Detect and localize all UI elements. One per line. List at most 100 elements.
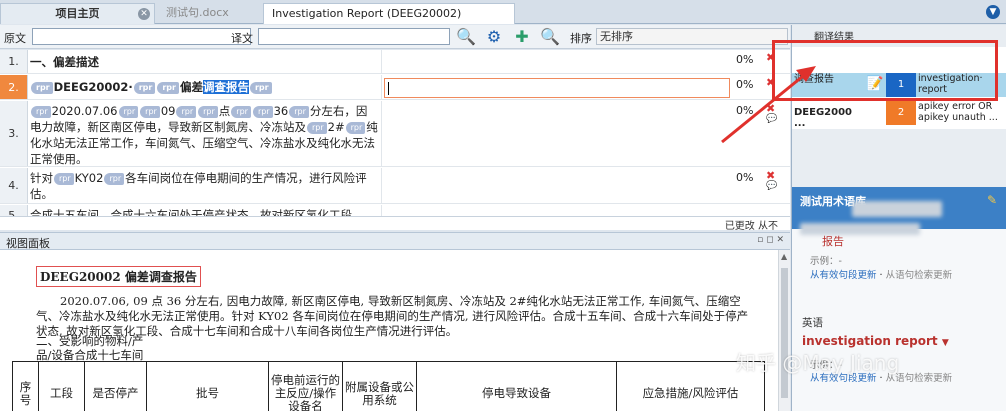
source-text: 36 [273,104,289,118]
tab-investigation-report[interactable]: Investigation Report (DEEG20002) (1).doc… [263,3,515,40]
segment-target[interactable] [381,168,732,203]
inline-tag[interactable]: rpr [31,82,53,94]
dropdown-icon[interactable]: ▼ [942,338,949,348]
source-text: 09 [160,104,176,118]
table-header-cell: 停电导致设备 [416,361,617,411]
tm-result-row[interactable]: DEEG2000 ... 2 apikey error OR apikey un… [792,101,1006,129]
gear-icon[interactable]: ⚙ [484,27,504,47]
segment-number: 3. [0,101,28,166]
segment-source: 合成十五车间、合成十六车间处于停产状态，故对新区氢化工段、 [30,207,378,216]
segment-source: rpr 2020.07.06 rpr rpr 09 rpr rpr 点 rpr rpr 36 rpr 分… [30,103,378,167]
source-text: KY02 [74,171,104,185]
text-caret [388,82,389,95]
inline-tag[interactable]: rpr [289,106,309,118]
segment-row[interactable]: 1. 一、偏差描述 0% ✖ [0,50,790,74]
segment-number: 2. [0,75,28,99]
inline-tag[interactable]: rpr [118,106,139,118]
segment-row[interactable]: 4. 针对 rpr KY02 rpr 各车间岗位在停电期间的生产情况，进行风险评估。 0… [0,168,790,204]
term-links: 从有效句段更新 · 从语句检索更新 [810,270,953,281]
close-icon[interactable]: ✕ [138,8,150,20]
source-text: 点 [218,104,231,118]
source-filter-input[interactable] [32,28,251,45]
search-icon[interactable]: 🔍 [456,27,476,47]
filter-bar: 原文 译文 🔍 ⚙ ✚ 🔍 排序 无排序 [0,25,790,49]
update-from-segment-link[interactable]: 从有效句段更新 [810,270,877,281]
tab-test-doc[interactable]: 测试句.docx (eng) [158,3,263,39]
inline-tag[interactable]: rpr [104,173,125,185]
segment-source: 针对 rpr KY02 rpr 各车间岗位在停电期间的生产情况，进行风险评估。 [30,170,378,202]
zoom-icon[interactable]: 🔍 [540,27,560,47]
inline-tag[interactable]: rpr [140,106,160,118]
segment-grid: 1. 一、偏差描述 0% ✖ 2. rpr DEEG20002· rpr rpr 偏差调… [0,50,790,217]
segment-target[interactable] [381,75,732,99]
sort-label: 排序 [570,32,592,45]
annotation-box [772,40,998,101]
segment-percent: 0% [736,53,754,66]
segment-row-active[interactable]: 2. rpr DEEG20002· rpr rpr 偏差调查报告 rpr 0% ✖ [0,75,790,100]
inline-tag[interactable]: rpr [198,106,218,118]
term-example: 示例：- [810,256,842,267]
inline-tag[interactable]: rpr [31,106,51,118]
target-filter-input[interactable] [258,28,450,45]
help-icon[interactable]: ▼ [986,5,1000,19]
table-header-cell: 工段 [38,361,85,411]
segment-row[interactable]: 5. 合成十五车间、合成十六车间处于停产状态，故对新区氢化工段、 [0,205,790,216]
table-header-cell: 序号 [12,361,39,411]
termbase-panel: 测试用术语库 ✎ 报告 示例：- 从有效句段更新 · 从语句检索更新 英语 in… [792,187,1006,411]
segment-number: 5. [0,205,28,216]
sort-select[interactable]: 无排序 [596,28,788,45]
inline-tag[interactable]: rpr [252,106,273,118]
segment-target[interactable] [381,205,732,216]
inline-tag[interactable]: rpr [54,173,74,185]
source-filter-label: 原文 [4,32,26,45]
inline-tag[interactable]: rpr [157,82,179,94]
add-filter-icon[interactable]: ✚ [512,27,532,47]
term-entry[interactable]: investigation report ▼ [802,334,949,348]
preview-title: 视图面板 [6,237,50,250]
inline-tag[interactable]: rpr [307,122,327,134]
table-header-cell: 批号 [146,361,269,411]
watermark: 知乎 @May Jiang [736,351,900,375]
document-table: 序号 工段 是否停产 批号 停电前运行的主反应/操作设备名 附属设备或公用系统 … [12,361,765,411]
comment-icon[interactable]: 💬 [766,114,777,124]
tab-bar: 项目主页 ✕ 测试句.docx (eng) Investigation Repo… [0,0,1006,40]
inline-tag[interactable]: rpr [176,106,197,118]
redacted-block [852,201,942,217]
preview-scrollbar[interactable]: ▲ [778,250,790,411]
term-entry[interactable]: 报告 [822,233,844,249]
update-from-search-link[interactable]: 从语句检索更新 [886,270,953,281]
scroll-thumb[interactable] [781,268,788,398]
segment-row[interactable]: 3. rpr 2020.07.06 rpr rpr 09 rpr rpr 点 rpr rpr 36 r… [0,101,790,167]
tab-label: 项目主页 [55,7,100,20]
document-paragraph: 二、受影响的物料/产 [36,334,144,348]
status-text: 已更改 从不 [724,221,778,232]
segment-percent: 0% [736,104,754,117]
preview-header: 视图面板 ▫ ◻ ✕ [0,232,790,250]
language-label: 英语 [802,317,823,329]
panel-controls-icon[interactable]: ▫ ◻ ✕ [757,235,784,245]
tm-target: apikey error OR apikey unauth ... [918,101,998,123]
inline-tag[interactable]: rpr [345,122,366,134]
scroll-up-icon[interactable]: ▲ [781,252,787,261]
tab-project-home[interactable]: 项目主页 ✕ [0,3,155,24]
source-text: 偏差 [179,80,203,94]
inline-tag[interactable]: rpr [231,106,251,118]
comment-icon[interactable]: 💬 [766,181,777,191]
document-paragraph: 2020.07.06, 09 点 36 分左右, 因电力故障, 新区南区停电, … [36,294,749,338]
redacted-block [800,223,920,235]
highlighted-term: 调查报告 [202,80,249,94]
segment-number: 4. [0,168,28,203]
tm-result-number: 2 [886,101,916,125]
inline-tag[interactable]: rpr [133,82,156,94]
segment-target[interactable] [381,101,732,166]
table-header-cell: 是否停产 [84,361,147,411]
grid-status: 已更改 从不 [0,217,790,232]
target-editor[interactable] [384,78,730,98]
document-title: DEEG20002 偏差调查报告 [36,266,201,287]
table-header-row: 序号 工段 是否停产 批号 停电前运行的主反应/操作设备名 附属设备或公用系统 … [12,361,765,411]
source-text: 2# [327,120,345,134]
segment-target[interactable] [381,50,732,73]
edit-icon[interactable]: ✎ [987,193,997,207]
table-header-cell: 附属设备或公用系统 [342,361,417,411]
inline-tag[interactable]: rpr [249,82,272,94]
